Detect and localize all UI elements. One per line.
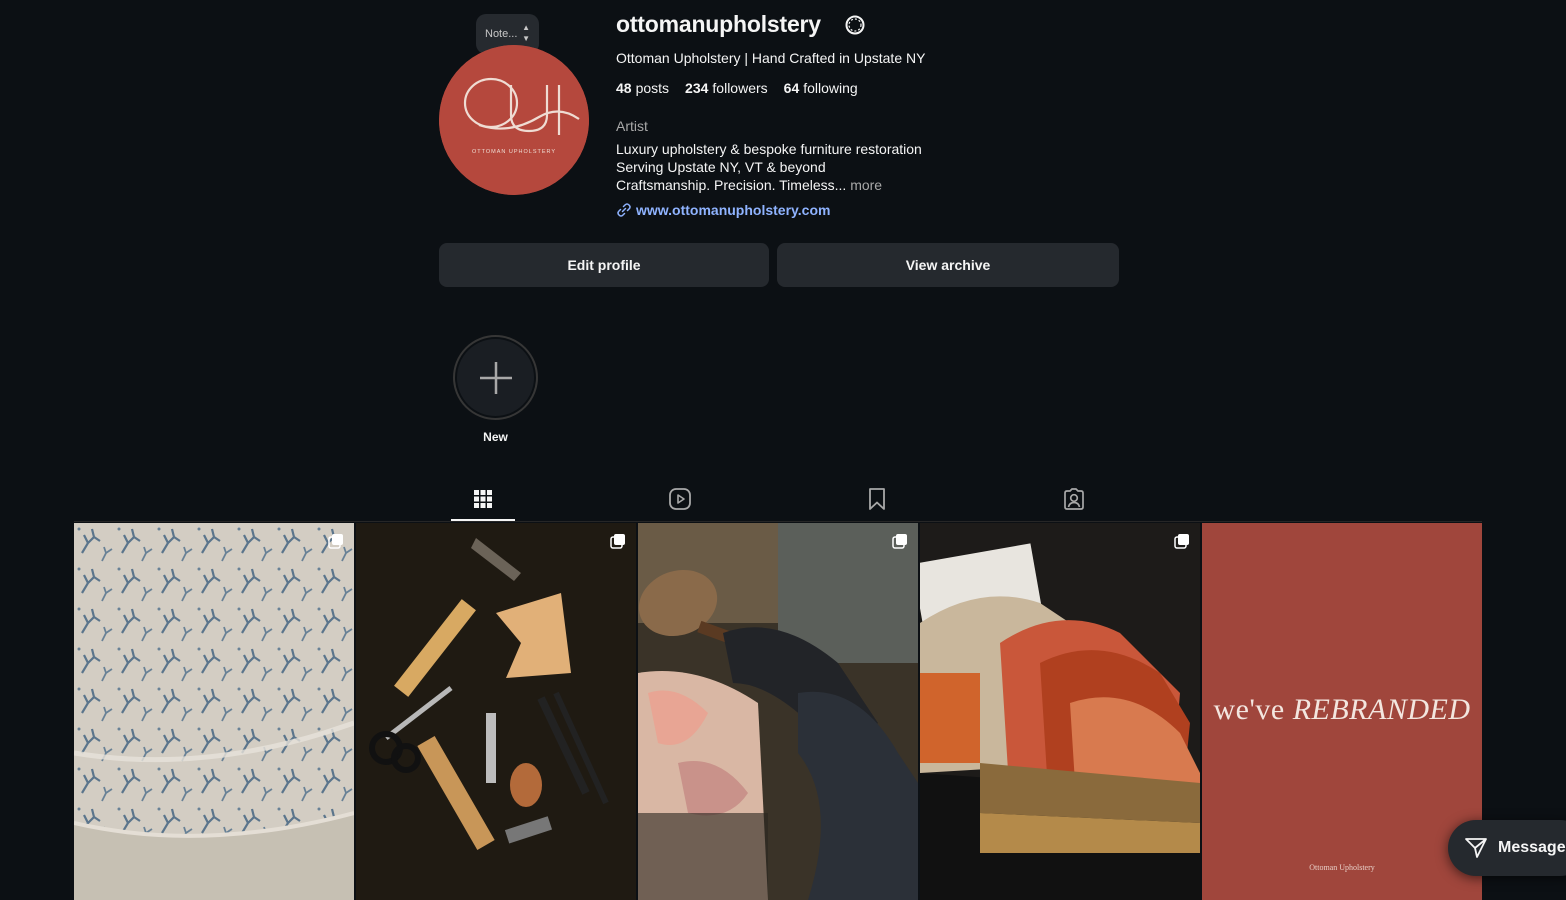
bio-more-button[interactable]: more bbox=[850, 177, 882, 193]
posts-grid: we've REBRANDED Ottoman Upholstery bbox=[74, 523, 1482, 900]
bio-line-text: Craftsmanship. Precision. Timeless... bbox=[616, 177, 847, 193]
website-text: www.ottomanupholstery.com bbox=[636, 202, 831, 218]
profile-full-name: Ottoman Upholstery | Hand Crafted in Ups… bbox=[616, 50, 926, 66]
new-highlight-circle bbox=[457, 339, 534, 416]
tab-posts[interactable] bbox=[468, 484, 498, 514]
profile-stats: 48 posts 234 followers 64 following bbox=[616, 80, 858, 96]
tab-divider bbox=[74, 521, 1482, 522]
view-archive-button[interactable]: View archive bbox=[777, 243, 1119, 287]
send-icon bbox=[1465, 838, 1487, 858]
messages-label: Messages bbox=[1498, 839, 1566, 856]
profile-username: ottomanupholstery bbox=[616, 11, 821, 37]
posts-label: posts bbox=[635, 80, 670, 96]
edit-profile-button[interactable]: Edit profile bbox=[439, 243, 769, 287]
tab-reels[interactable] bbox=[665, 484, 695, 514]
following-count: 64 bbox=[783, 80, 800, 96]
note-stepper-icon: ▲ ▼ bbox=[522, 23, 530, 43]
post-tile[interactable] bbox=[356, 523, 636, 900]
avatar[interactable]: OTTOMAN UPHOLSTERY bbox=[439, 45, 589, 195]
posts-stat: 48 posts bbox=[616, 80, 669, 96]
post-tile[interactable] bbox=[638, 523, 918, 900]
rebrand-headline-plain: we've bbox=[1213, 693, 1285, 726]
bookmark-icon bbox=[869, 488, 885, 510]
following-label: following bbox=[803, 80, 858, 96]
profile-website-link[interactable]: www.ottomanupholstery.com bbox=[616, 202, 830, 218]
coral-fabric-image bbox=[74, 523, 354, 900]
new-highlight-button[interactable] bbox=[453, 335, 538, 420]
bio-line: Craftsmanship. Precision. Timeless... mo… bbox=[616, 176, 922, 194]
bio-line: Serving Upstate NY, VT & beyond bbox=[616, 159, 826, 175]
multi-post-icon bbox=[1174, 534, 1189, 549]
post-tile[interactable] bbox=[920, 523, 1200, 900]
multi-post-icon bbox=[892, 534, 907, 549]
grid-icon bbox=[474, 490, 492, 508]
svg-text:OTTOMAN UPHOLSTERY: OTTOMAN UPHOLSTERY bbox=[472, 149, 556, 155]
note-placeholder: Note... bbox=[485, 28, 518, 40]
post-tile[interactable] bbox=[74, 523, 354, 900]
tab-saved[interactable] bbox=[862, 484, 892, 514]
followers-stat[interactable]: 234 followers bbox=[685, 80, 768, 96]
reels-icon bbox=[669, 488, 691, 510]
rebrand-footer: Ottoman Upholstery bbox=[1309, 863, 1375, 872]
following-stat[interactable]: 64 following bbox=[784, 80, 858, 96]
link-icon bbox=[617, 203, 631, 217]
tools-image bbox=[356, 523, 636, 900]
new-highlight-label: New bbox=[483, 430, 508, 444]
post-tile-rebranded[interactable]: we've REBRANDED Ottoman Upholstery bbox=[1202, 523, 1482, 900]
profile-bio: Luxury upholstery & bespoke furniture re… bbox=[616, 140, 922, 194]
messages-button[interactable]: Messages bbox=[1448, 820, 1566, 876]
followers-label: followers bbox=[712, 80, 768, 96]
followers-count: 234 bbox=[685, 80, 709, 96]
rebrand-headline: we've REBRANDED bbox=[1202, 693, 1482, 727]
profile-category: Artist bbox=[616, 118, 648, 134]
plus-icon bbox=[479, 361, 512, 394]
fabric-swatches-image bbox=[920, 523, 1200, 900]
bio-line: Luxury upholstery & bespoke furniture re… bbox=[616, 141, 922, 157]
multi-post-icon bbox=[328, 534, 343, 549]
posts-count: 48 bbox=[616, 80, 632, 96]
settings-gear-icon[interactable] bbox=[843, 13, 867, 37]
ou-logo-icon: OTTOMAN UPHOLSTERY bbox=[439, 45, 589, 195]
rebrand-headline-italic: REBRANDED bbox=[1292, 693, 1471, 726]
multi-post-icon bbox=[610, 534, 625, 549]
tagged-icon bbox=[1064, 488, 1084, 510]
craftsman-image bbox=[638, 523, 918, 900]
tab-tagged[interactable] bbox=[1059, 484, 1089, 514]
